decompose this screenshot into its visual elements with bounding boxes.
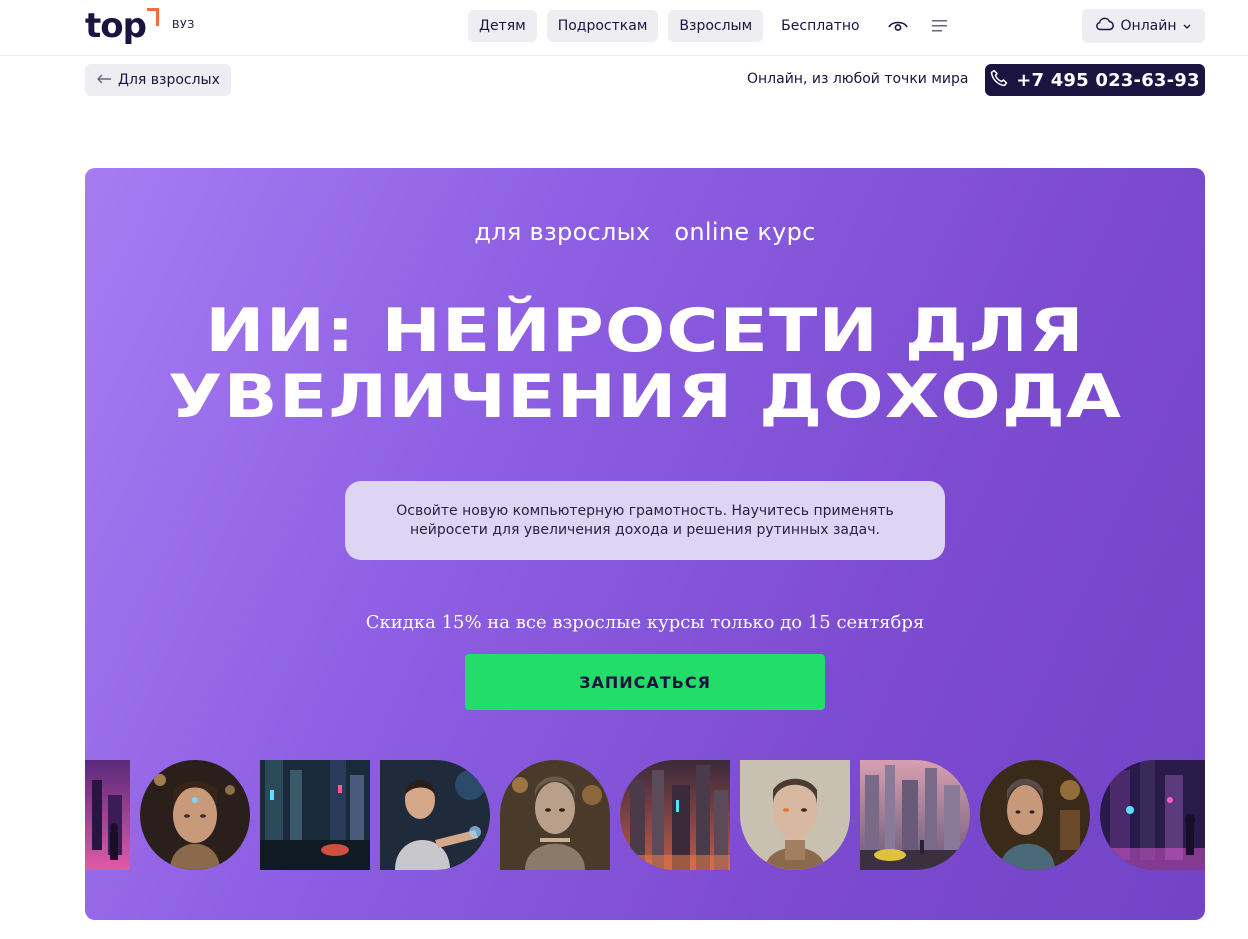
logo-corner-mark [147, 8, 159, 26]
neon-alley-image [1100, 760, 1205, 870]
hero-title-line2: УВЕЛИЧЕНИЯ ДОХОДА [167, 362, 1123, 432]
location-text: Онлайн, из любой точки мира [747, 71, 969, 87]
chevron-down-icon [1182, 18, 1192, 34]
nav-teens[interactable]: Подросткам [546, 10, 659, 42]
hero-tags: для взрослых online курс [85, 218, 1205, 246]
hero-title-line1: ИИ: НЕЙРОСЕТИ ДЛЯ [205, 296, 1085, 366]
online-dropdown[interactable]: Онлайн [1082, 9, 1205, 43]
logo[interactable]: top [85, 6, 159, 46]
hero-title: ИИ: НЕЙРОСЕТИ ДЛЯ УВЕЛИЧЕНИЯ ДОХОДА [85, 298, 1205, 430]
cyborg-woman-image [140, 760, 250, 870]
phone-number: +7 495 023-63-93 [1016, 69, 1200, 91]
robot-woman-image [500, 760, 610, 870]
site-header: top ВУЗ Детям Подросткам Взрослым Беспла… [0, 0, 1248, 56]
eye-icon[interactable] [884, 10, 912, 42]
android-face-image [740, 760, 850, 870]
city-skyline-image [620, 760, 730, 870]
hero-banner: для взрослых online курс ИИ: НЕЙРОСЕТИ Д… [85, 168, 1205, 920]
online-label: Онлайн [1120, 18, 1177, 34]
main-nav: Детям Подросткам Взрослым Бесплатно [468, 10, 954, 42]
back-to-adults-button[interactable]: Для взрослых [85, 64, 231, 96]
back-label: Для взрослых [118, 72, 220, 88]
nav-kids[interactable]: Детям [468, 10, 537, 42]
city-figure-image [85, 760, 130, 870]
nav-adults[interactable]: Взрослым [668, 10, 764, 42]
course-description: Освойте новую компьютерную грамотность. … [345, 481, 945, 560]
image-gallery [85, 760, 1205, 870]
nav-free[interactable]: Бесплатно [777, 10, 863, 42]
tag-format: online курс [674, 218, 816, 246]
phone-icon [990, 69, 1008, 92]
neon-street-image [260, 760, 370, 870]
enroll-button[interactable]: ЗАПИСАТЬСЯ [465, 654, 825, 710]
city-car-image [860, 760, 970, 870]
discount-text: Скидка 15% на все взрослые курсы только … [365, 612, 925, 633]
tag-audience: для взрослых [474, 218, 651, 246]
logo-subtitle: ВУЗ [172, 18, 195, 31]
cloud-icon [1095, 17, 1115, 35]
phone-button[interactable]: +7 495 023-63-93 [985, 64, 1205, 96]
arrow-left-icon [96, 72, 112, 88]
logo-text: top [85, 6, 147, 46]
cyborg-portrait-image [980, 760, 1090, 870]
man-hologram-image [380, 760, 490, 870]
menu-icon[interactable] [926, 10, 954, 42]
